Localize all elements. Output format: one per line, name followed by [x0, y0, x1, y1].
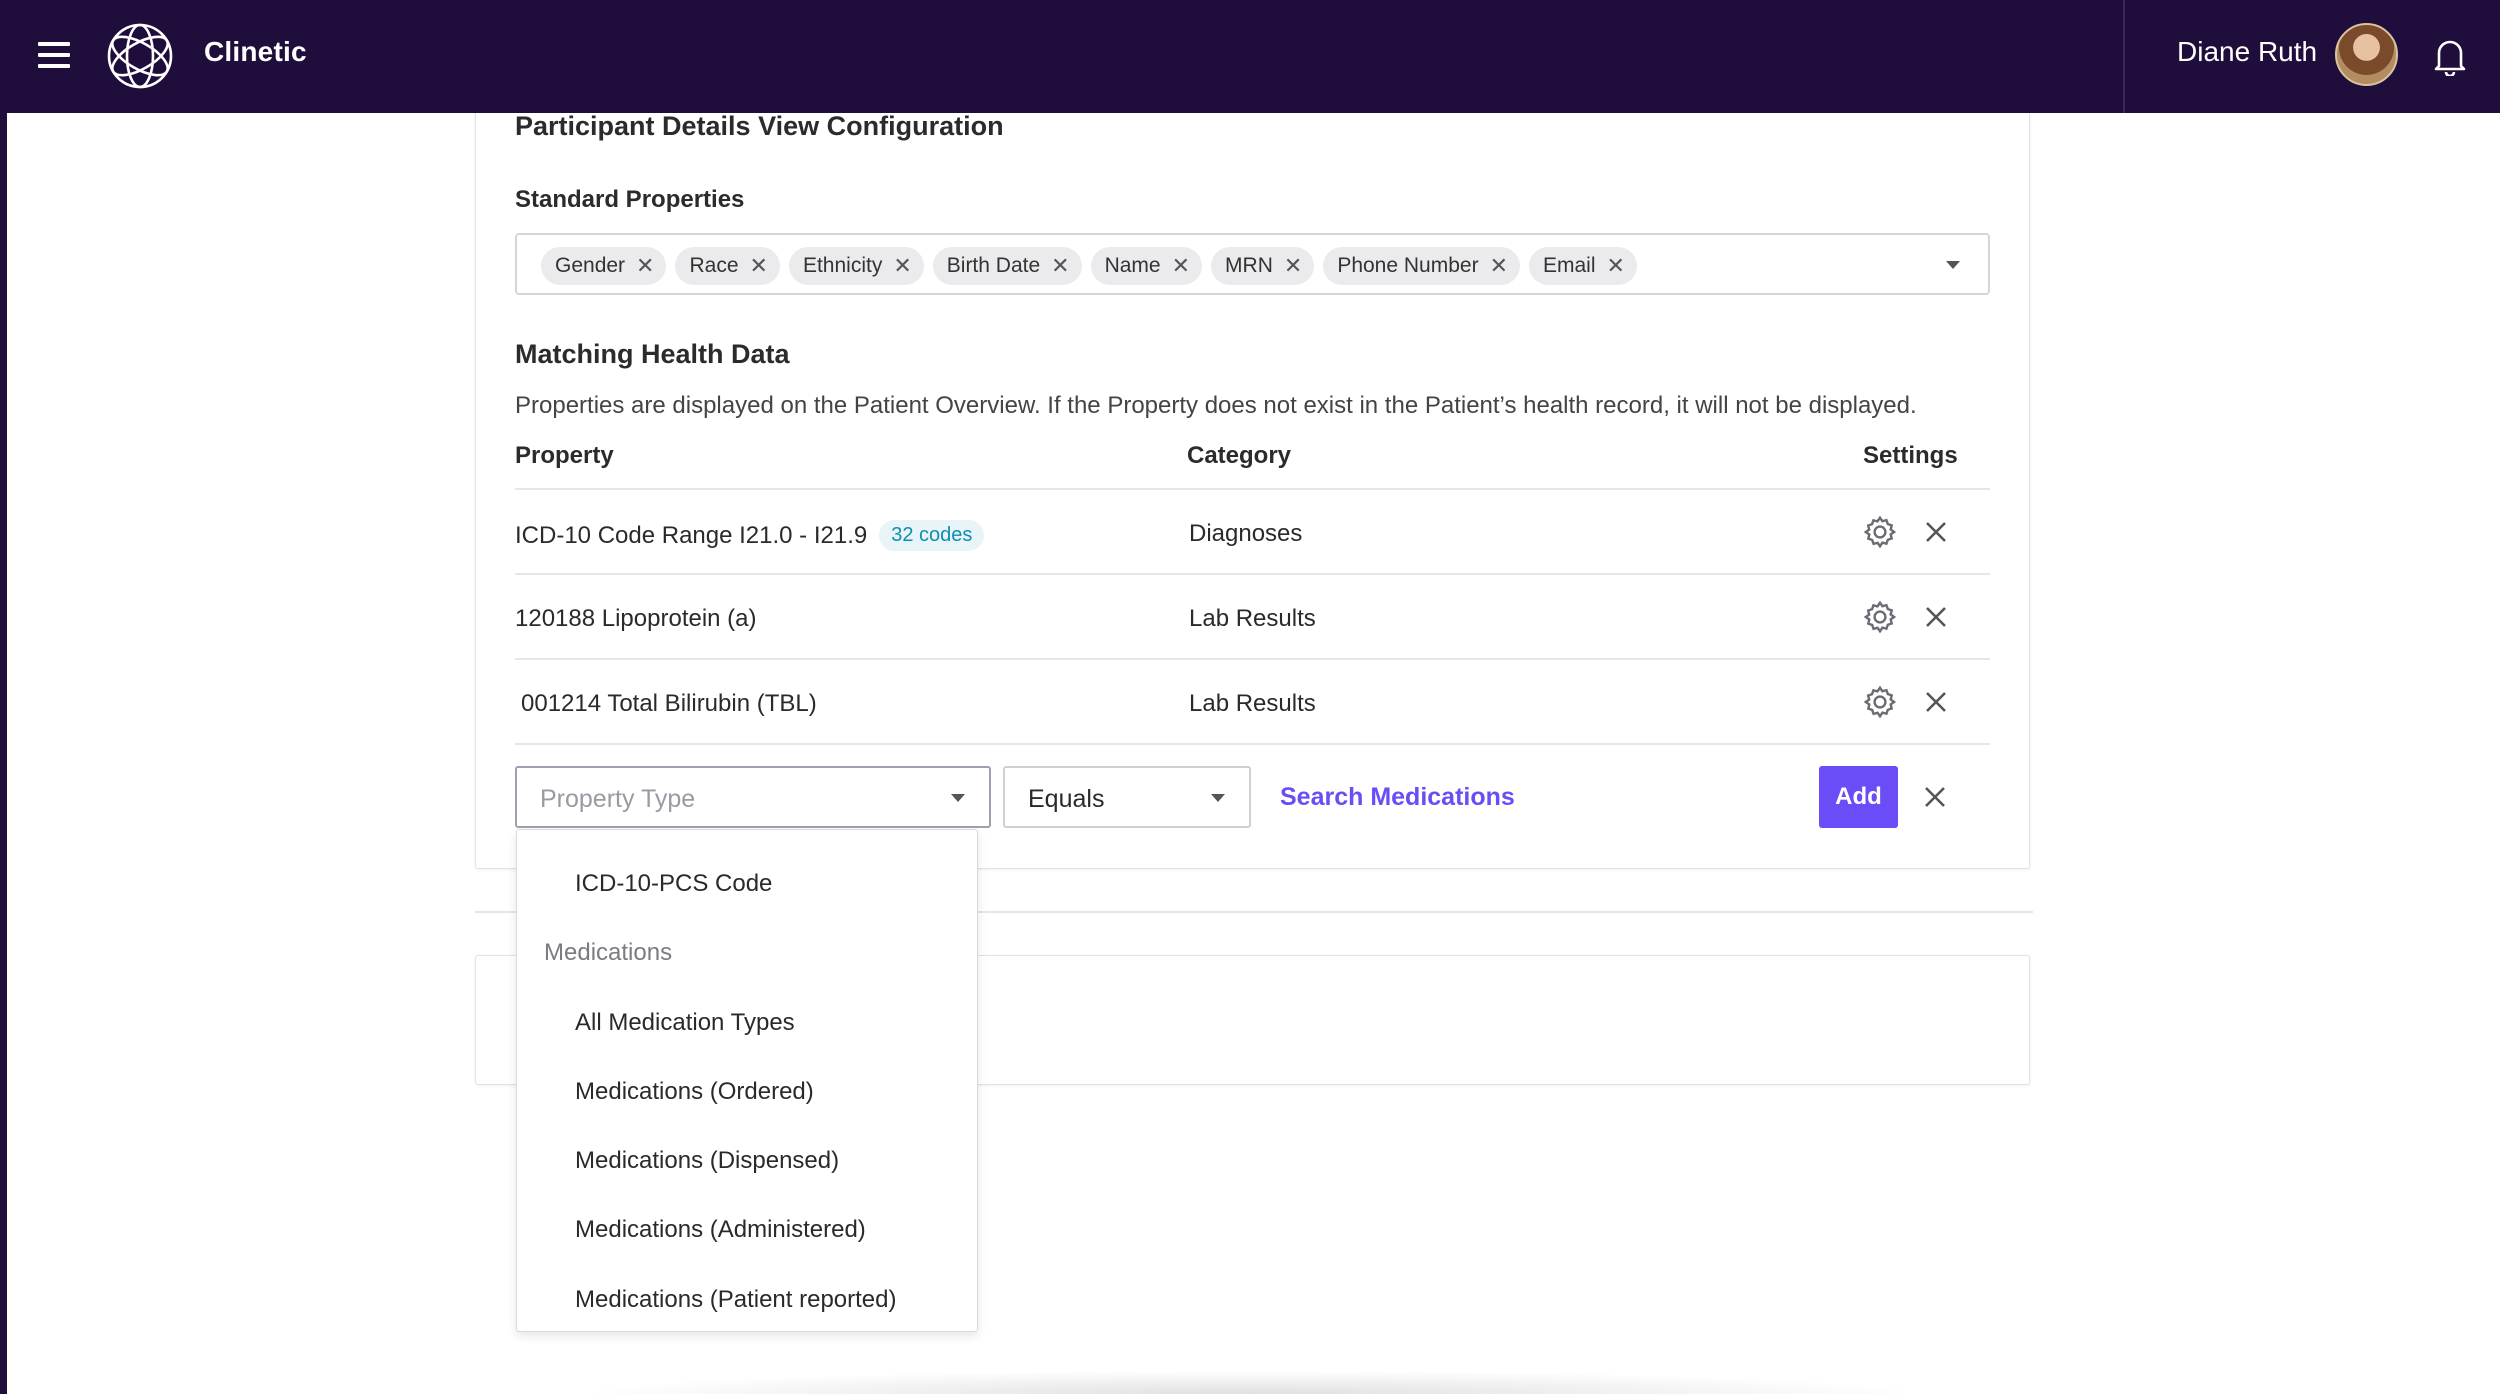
search-medications-link[interactable]: Search Medications: [1280, 783, 1515, 812]
divider: [515, 743, 1990, 745]
chip-ethnicity: Ethnicity ✕: [788, 247, 924, 285]
property-type-dropdown: ICD-10-PCS Code Medications All Medicati…: [516, 829, 978, 1332]
avatar[interactable]: [2335, 23, 2398, 86]
operator-select[interactable]: Equals: [1003, 766, 1251, 828]
bottom-shadow: [570, 1370, 1930, 1394]
gear-icon[interactable]: [1862, 684, 1898, 720]
chevron-down-icon: [1211, 794, 1225, 802]
chevron-down-icon[interactable]: [1946, 261, 1960, 269]
window-edge: [0, 0, 7, 1394]
dropdown-item-all-medication-types[interactable]: All Medication Types: [575, 1009, 795, 1037]
chip-label: MRN: [1225, 254, 1273, 277]
dropdown-item-medications-dispensed[interactable]: Medications (Dispensed): [575, 1147, 839, 1175]
column-header-property: Property: [515, 442, 614, 469]
top-bar: Clinetic Diane Ruth: [0, 0, 2500, 113]
chip-label: Email: [1543, 254, 1596, 277]
close-icon[interactable]: [1923, 604, 1949, 630]
chip-mrn: MRN ✕: [1211, 247, 1315, 285]
page-title: Participant Details View Configuration: [515, 111, 1004, 141]
bell-icon[interactable]: [2432, 34, 2468, 76]
topbar-divider: [2123, 0, 2125, 113]
chip-phone-number: Phone Number ✕: [1323, 247, 1520, 285]
table-row-category: Diagnoses: [1189, 520, 1303, 547]
table-row-property: 001214 Total Bilirubin (TBL): [521, 690, 817, 717]
close-icon[interactable]: ✕: [893, 253, 911, 279]
close-icon[interactable]: ✕: [1607, 253, 1625, 279]
close-icon[interactable]: ✕: [1051, 253, 1069, 279]
table-row-category: Lab Results: [1189, 605, 1316, 632]
chip-label: Phone Number: [1337, 254, 1479, 277]
app-name: Clinetic: [204, 36, 307, 67]
operator-value: Equals: [1028, 785, 1105, 813]
user-name[interactable]: Diane Ruth: [2177, 36, 2317, 68]
add-button[interactable]: Add: [1819, 766, 1898, 828]
close-icon[interactable]: ✕: [750, 253, 768, 279]
chip-label: Gender: [555, 254, 626, 277]
standard-properties-select[interactable]: Gender ✕ Race ✕ Ethnicity ✕ Birth Date ✕ Nam…: [515, 233, 1990, 295]
dropdown-item-icd-10-pcs[interactable]: ICD-10-PCS Code: [575, 870, 772, 898]
column-header-category: Category: [1187, 442, 1292, 469]
divider: [515, 488, 1990, 490]
close-icon[interactable]: [1923, 689, 1949, 715]
table-row-property: ICD-10 Code Range I21.0 - I21.9 32 codes: [515, 520, 985, 551]
chip-name: Name ✕: [1090, 247, 1203, 285]
close-icon[interactable]: ✕: [1284, 253, 1302, 279]
dropdown-item-medications-patient-reported[interactable]: Medications (Patient reported): [575, 1286, 897, 1314]
divider: [515, 658, 1990, 660]
gear-icon[interactable]: [1862, 514, 1898, 550]
dropdown-item-medications-administered[interactable]: Medications (Administered): [575, 1216, 866, 1244]
menu-icon[interactable]: [38, 42, 70, 70]
gear-icon[interactable]: [1862, 599, 1898, 635]
close-icon[interactable]: [1923, 519, 1949, 545]
column-header-settings: Settings: [1863, 442, 1958, 469]
chip-race: Race ✕: [675, 247, 780, 285]
logo-icon: [107, 23, 173, 89]
close-icon[interactable]: ✕: [636, 253, 654, 279]
chip-gender: Gender ✕: [541, 247, 667, 285]
chip-email: Email ✕: [1529, 247, 1637, 285]
close-icon[interactable]: ✕: [1172, 253, 1190, 279]
dropdown-group-medications: Medications: [544, 939, 673, 966]
chip-label: Race: [689, 254, 739, 277]
chip-list: Gender ✕ Race ✕ Ethnicity ✕ Birth Date ✕ Nam…: [541, 247, 1637, 285]
chip-label: Name: [1104, 254, 1161, 277]
property-type-placeholder: Property Type: [540, 785, 696, 813]
property-name: ICD-10 Code Range I21.0 - I21.9: [515, 522, 868, 549]
chevron-down-icon: [951, 794, 965, 802]
chip-label: Ethnicity: [802, 254, 883, 277]
close-icon[interactable]: [1922, 784, 1948, 810]
table-row-property: 120188 Lipoprotein (a): [515, 605, 757, 632]
matching-description: Properties are displayed on the Patient …: [515, 392, 1917, 419]
chip-birth-date: Birth Date ✕: [932, 247, 1082, 285]
standard-properties-label: Standard Properties: [515, 186, 745, 213]
table-row-category: Lab Results: [1189, 690, 1316, 717]
property-type-select[interactable]: Property Type: [515, 766, 991, 828]
close-icon[interactable]: ✕: [1490, 253, 1508, 279]
codes-badge[interactable]: 32 codes: [879, 520, 985, 551]
matching-heading: Matching Health Data: [515, 339, 790, 369]
chip-label: Birth Date: [946, 254, 1041, 277]
divider: [515, 573, 1990, 575]
dropdown-item-medications-ordered[interactable]: Medications (Ordered): [575, 1078, 814, 1106]
